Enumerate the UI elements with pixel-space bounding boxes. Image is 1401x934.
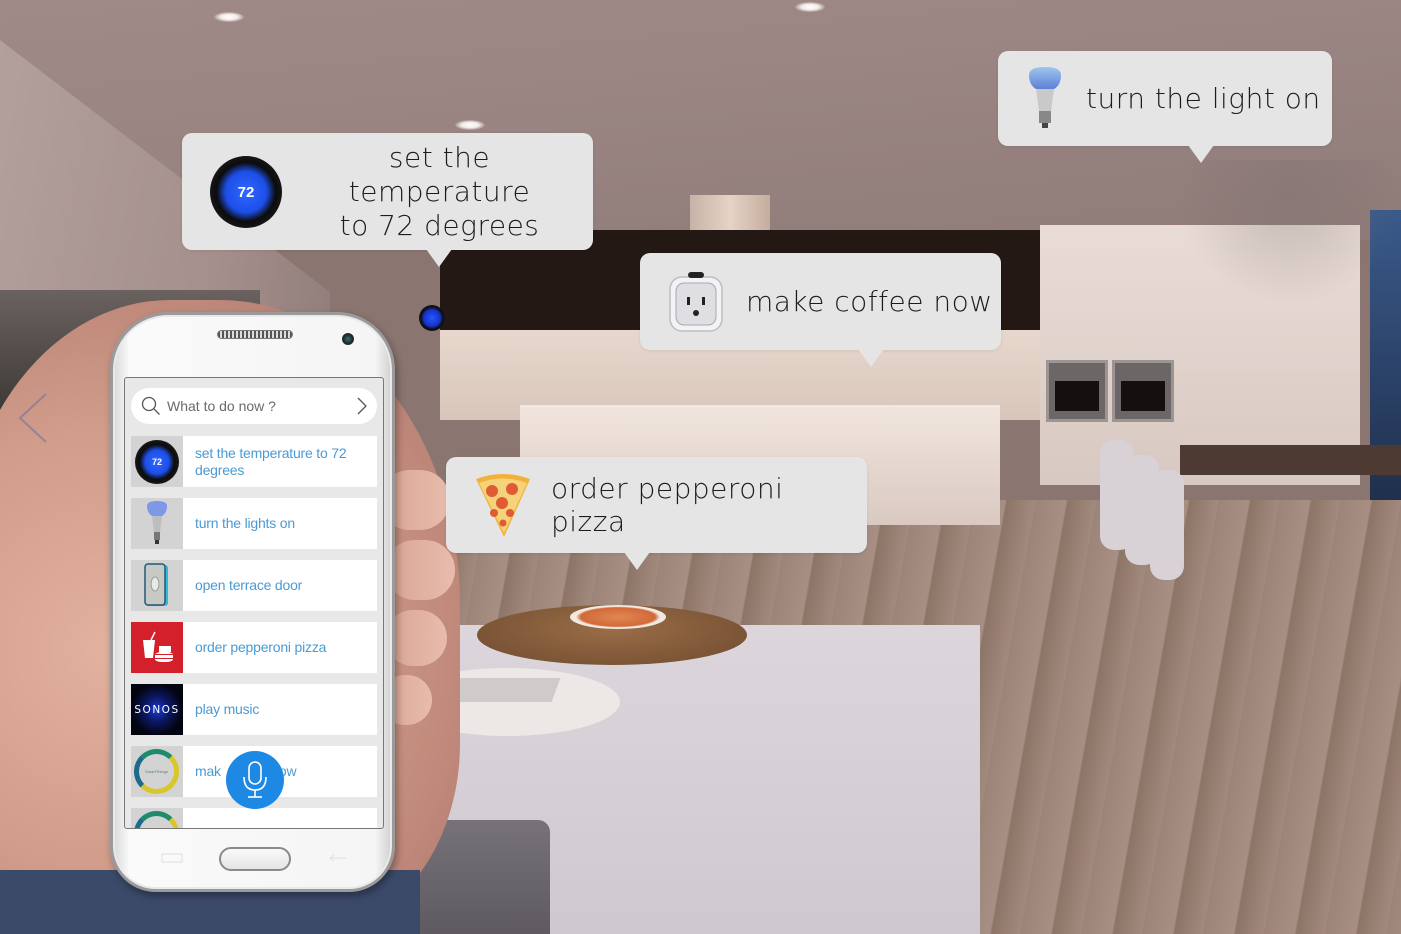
list-thumb [131, 622, 183, 673]
list-thumb: SmartThings [131, 746, 183, 797]
smartthings-logo-text: SmartThings [145, 769, 168, 774]
food-delivery-icon [143, 631, 173, 662]
oven [1046, 360, 1108, 422]
search-bar[interactable] [131, 388, 377, 424]
microphone-icon [243, 761, 267, 798]
search-input[interactable] [167, 396, 347, 416]
bubble-text: turn the light on [1086, 82, 1321, 115]
ceiling-light [455, 120, 485, 130]
list-item-turn-lights-on[interactable]: turn the lights on [131, 498, 377, 549]
list-item-order-pizza[interactable]: order pepperoni pizza [131, 622, 377, 673]
pizza-slice-icon [476, 474, 530, 537]
smartthings-icon [134, 811, 179, 828]
chandelier [1180, 160, 1401, 310]
search-icon [141, 396, 160, 415]
nest-thermostat-icon: 72 [210, 156, 282, 228]
list-thumb [131, 560, 183, 611]
list-thumb: 72 [131, 436, 183, 487]
list-item-open-terrace-door[interactable]: open terrace door [131, 560, 377, 611]
bubble-turn-light-on: turn the light on [998, 51, 1332, 163]
pizza-on-table [570, 605, 666, 629]
wall-thermostat [419, 305, 445, 331]
bubble-text-line-1: set the temperature [348, 140, 531, 208]
back-key-icon[interactable] [327, 853, 349, 863]
bubble-text: make coffee now [746, 285, 993, 318]
list-item-partial[interactable] [131, 808, 377, 828]
bubble-make-coffee: make coffee now [640, 253, 1001, 367]
list-item-label: turn the lights on [195, 515, 295, 531]
smart-bulb-icon [147, 501, 167, 544]
dining-chair [1150, 470, 1184, 580]
oven [1112, 360, 1174, 422]
nest-thermostat-icon: 72 [135, 440, 179, 484]
bubble-text: set the temperature to 72 degrees [297, 141, 582, 243]
ceiling-light [795, 2, 825, 12]
bubble-text-line-2: to 72 degrees [339, 208, 540, 242]
bubble-set-temperature: 72 set the temperature to 72 degrees [182, 133, 593, 267]
list-item-label: order pepperoni pizza [195, 639, 327, 655]
smart-plug-icon [669, 272, 723, 332]
smart-lock-icon [144, 563, 168, 606]
list-item-play-music[interactable]: SONOS play music [131, 684, 377, 735]
bubble-text: order pepperoni pizza [551, 472, 784, 538]
thermostat-value: 72 [237, 183, 255, 201]
chevron-right-icon[interactable] [355, 396, 369, 416]
list-item-label: set the temperature to 72 degrees [195, 444, 347, 478]
list-item-label-left: mak [195, 763, 221, 779]
dining-table [1180, 445, 1401, 475]
front-camera [342, 333, 354, 345]
bubble-order-pizza: order pepperoni pizza [446, 457, 867, 570]
list-thumb [131, 498, 183, 549]
finger [385, 540, 455, 600]
smartthings-icon: SmartThings [134, 749, 179, 794]
list-item-set-temperature[interactable]: 72 set the temperature to 72 degrees [131, 436, 377, 487]
carousel-prev-button[interactable] [14, 388, 54, 448]
sonos-logo-text: SONOS [134, 703, 180, 716]
sonos-icon: SONOS [131, 684, 183, 735]
home-button[interactable] [219, 847, 291, 871]
menu-key-icon[interactable] [161, 853, 183, 863]
thumb-value: 72 [151, 457, 162, 467]
ceiling-light [214, 12, 244, 22]
phone-screen: 72 set the temperature to 72 degrees tur… [124, 377, 384, 829]
list-thumb [131, 808, 183, 828]
smartphone: 72 set the temperature to 72 degrees tur… [110, 312, 395, 892]
chevron-left-icon [18, 393, 47, 443]
microphone-button[interactable] [226, 751, 284, 809]
earpiece-speaker [217, 330, 293, 339]
list-item-label: play music [195, 701, 260, 717]
list-item-label: open terrace door [195, 577, 303, 593]
smart-bulb-icon [1029, 67, 1061, 128]
